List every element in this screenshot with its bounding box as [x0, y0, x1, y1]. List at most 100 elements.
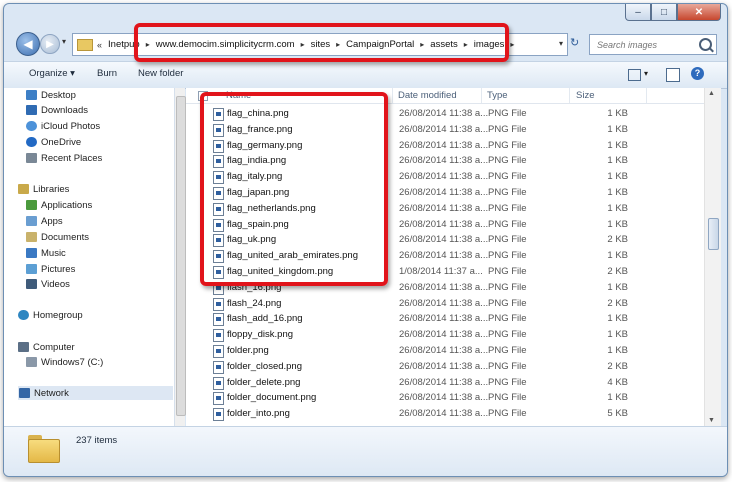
- help-icon[interactable]: ?: [691, 67, 704, 80]
- address-dropdown-icon[interactable]: ▾: [559, 39, 563, 48]
- minimize-button[interactable]: –: [625, 4, 651, 21]
- sidebar-item-icloud-photos[interactable]: iCloud Photos: [26, 119, 100, 133]
- organize-button[interactable]: Organize ▾: [29, 68, 75, 79]
- close-button[interactable]: ✕: [677, 4, 721, 21]
- documents-icon: [26, 232, 37, 242]
- sidebar-item-network[interactable]: Network: [18, 386, 173, 400]
- sidebar-item-onedrive[interactable]: OneDrive: [26, 135, 81, 149]
- scrollbar-thumb[interactable]: [708, 218, 719, 250]
- folder-icon: [77, 38, 93, 51]
- search-box[interactable]: [589, 34, 717, 55]
- onedrive-icon: [26, 137, 37, 147]
- file-date-modified: 26/08/2014 11:38 a...: [399, 171, 489, 183]
- file-row[interactable]: folder.png 26/08/2014 11:38 a... PNG File 1…: [186, 343, 704, 359]
- column-divider[interactable]: [569, 88, 570, 103]
- file-type: PNG File: [488, 155, 527, 167]
- sidebar-item-label: Windows7 (C:): [41, 356, 104, 368]
- file-type: PNG File: [488, 250, 527, 262]
- file-type: PNG File: [488, 266, 527, 277]
- file-row[interactable]: folder_document.png 26/08/2014 11:38 a...…: [186, 390, 704, 406]
- sidebar-item-apps[interactable]: Apps: [26, 214, 63, 228]
- recent-places-icon: [26, 153, 37, 163]
- music-icon: [26, 248, 37, 258]
- drive-icon: [26, 357, 37, 367]
- breadcrumb-separator[interactable]: ▸: [510, 40, 514, 49]
- videos-icon: [26, 279, 37, 289]
- file-list-scrollbar[interactable]: ▲ ▼: [704, 88, 721, 426]
- file-type: PNG File: [488, 218, 527, 230]
- view-options-dropdown[interactable]: ▾: [644, 69, 648, 78]
- file-type: PNG File: [488, 329, 527, 341]
- sidebar-item-windows7-drive[interactable]: Windows7 (C:): [26, 355, 103, 369]
- column-type[interactable]: Type: [487, 90, 508, 101]
- forward-button[interactable]: ▶: [40, 34, 60, 54]
- search-icon[interactable]: [699, 38, 712, 51]
- file-size: 1 KB: [607, 392, 628, 404]
- file-row[interactable]: folder_delete.png 26/08/2014 11:38 a... PN…: [186, 375, 704, 391]
- maximize-button[interactable]: □: [651, 4, 677, 21]
- new-folder-button[interactable]: New folder: [138, 68, 183, 79]
- sidebar-item-music[interactable]: Music: [26, 246, 66, 260]
- file-type: PNG File: [488, 202, 527, 214]
- column-divider[interactable]: [646, 88, 647, 103]
- sidebar-item-videos[interactable]: Videos: [26, 277, 70, 291]
- file-row[interactable]: floppy_disk.png 26/08/2014 11:38 a... PNG …: [186, 327, 704, 343]
- sidebar-item-pictures[interactable]: Pictures: [26, 262, 75, 276]
- sidebar-item-label: Computer: [33, 341, 75, 353]
- file-size: 1 KB: [607, 345, 628, 356]
- sidebar-item-label: OneDrive: [41, 136, 82, 148]
- navigation-pane-scrollbar[interactable]: [175, 88, 186, 426]
- network-icon: [19, 388, 30, 398]
- file-row[interactable]: folder_closed.png 26/08/2014 11:38 a... PN…: [186, 359, 704, 375]
- file-size: 1 KB: [607, 202, 628, 214]
- file-size: 2 KB: [607, 266, 628, 277]
- column-size[interactable]: Size: [576, 90, 594, 101]
- column-divider[interactable]: [392, 88, 393, 103]
- pictures-icon: [26, 264, 37, 274]
- desktop-icon: [26, 90, 37, 100]
- file-type: PNG File: [488, 345, 527, 356]
- scroll-down-icon[interactable]: ▼: [708, 417, 715, 424]
- recent-pages-dropdown[interactable]: ▾: [62, 37, 66, 46]
- png-file-icon: [213, 297, 224, 311]
- file-date-modified: 26/08/2014 11:38 a...: [399, 155, 489, 167]
- sidebar-item-libraries[interactable]: Libraries: [18, 182, 69, 196]
- sidebar-item-documents[interactable]: Documents: [26, 230, 89, 244]
- column-divider[interactable]: [481, 88, 482, 103]
- file-date-modified: 26/08/2014 11:38 a...: [399, 123, 489, 135]
- file-name: flash_24.png: [227, 297, 282, 309]
- file-date-modified: 26/08/2014 11:38 a...: [399, 234, 489, 246]
- file-name: folder_delete.png: [227, 376, 301, 388]
- sidebar-item-label: Applications: [41, 199, 93, 211]
- sidebar-item-desktop[interactable]: Desktop: [26, 88, 76, 102]
- sidebar-item-applications[interactable]: Applications: [26, 198, 92, 212]
- png-file-icon: [213, 329, 224, 343]
- preview-pane-icon[interactable]: [666, 68, 680, 82]
- file-type: PNG File: [488, 108, 527, 119]
- file-row[interactable]: folder_into.png 26/08/2014 11:38 a... PNG …: [186, 406, 704, 422]
- sidebar-item-label: Recent Places: [41, 152, 103, 164]
- sidebar-item-downloads[interactable]: Downloads: [26, 103, 88, 117]
- sidebar-item-label: Apps: [41, 215, 63, 227]
- change-view-icon[interactable]: [628, 69, 641, 81]
- file-type: PNG File: [488, 139, 527, 151]
- file-name: flash_add_16.png: [227, 313, 303, 325]
- file-size: 1 KB: [607, 329, 628, 341]
- file-date-modified: 26/08/2014 11:38 a...: [399, 218, 489, 230]
- sidebar-item-homegroup[interactable]: Homegroup: [18, 308, 83, 322]
- file-row[interactable]: flash_24.png 26/08/2014 11:38 a... PNG Fil…: [186, 296, 704, 312]
- back-button[interactable]: ◀: [16, 32, 40, 56]
- breadcrumb-overflow[interactable]: «: [97, 40, 102, 50]
- burn-button[interactable]: Burn: [97, 68, 117, 79]
- sidebar-item-recent-places[interactable]: Recent Places: [26, 151, 102, 165]
- file-row[interactable]: flash_add_16.png 26/08/2014 11:38 a... PNG…: [186, 311, 704, 327]
- scrollbar-thumb[interactable]: [176, 96, 186, 416]
- search-input[interactable]: [595, 38, 699, 51]
- scroll-up-icon[interactable]: ▲: [708, 90, 715, 97]
- refresh-icon[interactable]: ↻: [570, 36, 584, 50]
- file-size: 1 KB: [607, 155, 628, 167]
- navigation-pane: Desktop Downloads iCloud Photos OneDrive…: [4, 88, 175, 426]
- column-date-modified[interactable]: Date modified: [398, 90, 457, 101]
- file-date-modified: 26/08/2014 11:38 a...: [399, 408, 489, 420]
- sidebar-item-computer[interactable]: Computer: [18, 340, 75, 354]
